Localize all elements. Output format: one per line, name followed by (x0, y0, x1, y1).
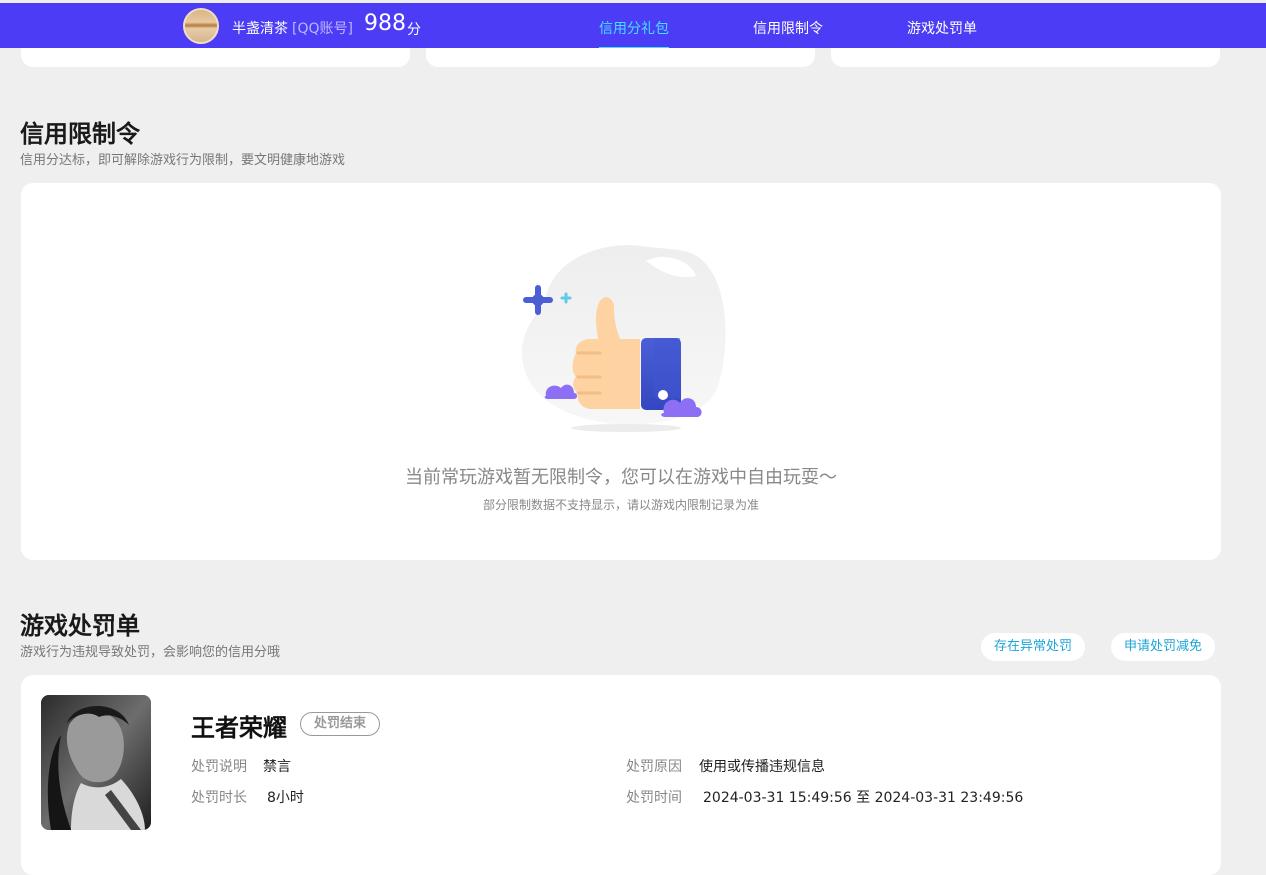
gift-card-1[interactable] (21, 48, 410, 67)
gift-card-2[interactable] (426, 48, 815, 67)
top-nav-bar: 半盏清茶 [QQ账号] 988 分 信用分礼包 信用限制令 游戏处罚单 (0, 3, 1266, 50)
penalty-card[interactable]: 王者荣耀 处罚结束 处罚说明 禁言 处罚原因 使用或传播违规信息 处罚时长 8小… (21, 675, 1221, 875)
avatar[interactable] (183, 8, 219, 44)
report-abnormal-penalty-button[interactable]: 存在异常处罚 (981, 633, 1086, 661)
restriction-section-subtitle: 信用分达标，即可解除游戏行为限制，要文明健康地游戏 (20, 153, 346, 168)
gift-card-3[interactable] (831, 48, 1220, 67)
tab-credit-restriction[interactable]: 信用限制令 (753, 18, 823, 38)
credit-score: 988 (364, 11, 406, 36)
restriction-card: 当前常玩游戏暂无限制令，您可以在游戏中自由玩耍～ 部分限制数据不支持显示，请以游… (21, 183, 1221, 560)
apply-penalty-reduction-button[interactable]: 申请处罚减免 (1111, 633, 1216, 661)
empty-state-message: 当前常玩游戏暂无限制令，您可以在游戏中自由玩耍～ (405, 467, 837, 488)
penalty-duration-value: 8小时 (267, 790, 304, 806)
thumbs-up-illustration (521, 245, 726, 432)
penalty-section-title: 游戏处罚单 (20, 612, 140, 640)
penalty-description-value: 禁言 (263, 759, 291, 775)
tab-game-penalty[interactable]: 游戏处罚单 (907, 18, 977, 38)
penalty-section-subtitle: 游戏行为违规导致处罚，会影响您的信用分哦 (20, 645, 281, 660)
penalty-reason-value: 使用或传播违规信息 (699, 759, 825, 775)
penalty-time-value: 2024-03-31 15:49:56 至 2024-03-31 23:49:5… (703, 790, 1024, 806)
username: 半盏清茶 (232, 21, 288, 37)
score-unit: 分 (407, 22, 421, 38)
restriction-section-title: 信用限制令 (20, 120, 140, 148)
status-badge: 处罚结束 (300, 712, 381, 736)
empty-state-note: 部分限制数据不支持显示，请以游戏内限制记录为准 (482, 498, 759, 512)
penalty-reason-label: 处罚原因 (626, 759, 682, 775)
penalty-time-label: 处罚时间 (626, 790, 682, 806)
tab-credit-gift[interactable]: 信用分礼包 (599, 18, 669, 38)
penalty-duration-label: 处罚时长 (191, 790, 247, 806)
game-cover-image (41, 695, 151, 830)
penalty-description-label: 处罚说明 (191, 759, 247, 775)
game-name: 王者荣耀 (191, 714, 287, 742)
account-type: [QQ账号] (292, 21, 353, 37)
